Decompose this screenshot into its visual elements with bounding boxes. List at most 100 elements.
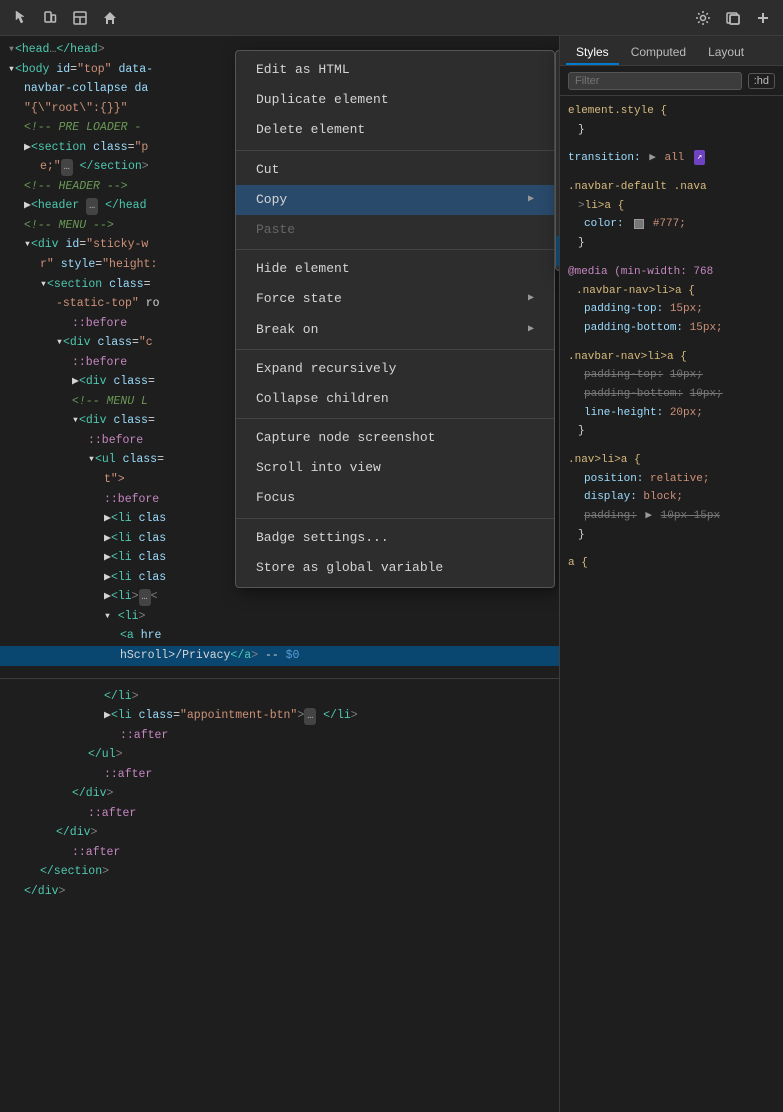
element-line[interactable]: ::after <box>0 843 559 863</box>
element-line[interactable]: ▾ <li> <box>0 607 559 627</box>
css-rule: .nav>li>a { position: relative; display:… <box>568 451 775 544</box>
css-selector[interactable]: .navbar-nav>li>a { <box>568 351 687 363</box>
styles-panel: Styles Computed Layout :hd element.style… <box>560 36 783 1112</box>
element-line[interactable]: </li> <box>0 687 559 707</box>
css-value: #777; <box>653 218 686 230</box>
css-rule: a { <box>568 554 775 573</box>
ctx-scroll-into-view[interactable]: Scroll into view <box>236 453 554 483</box>
css-rule: .navbar-default .nava >li>a { color: #77… <box>568 178 775 253</box>
add-icon[interactable] <box>749 4 777 32</box>
ctx-cut[interactable]: Cut <box>236 155 554 185</box>
inspect-icon[interactable] <box>6 4 34 32</box>
ctx-expand-recursively[interactable]: Expand recursively <box>236 354 554 384</box>
element-line-selected[interactable]: hScroll>/Privacy</a> -- $0 <box>0 646 559 666</box>
window-icon[interactable] <box>719 4 747 32</box>
device-icon[interactable] <box>36 4 64 32</box>
ctx-force-state[interactable]: Force state ▶ <box>236 284 554 314</box>
styles-filter-input[interactable] <box>568 72 742 90</box>
css-selector[interactable]: .navbar-nav>li>a { <box>576 285 695 297</box>
css-rule: element.style { } <box>568 102 775 139</box>
element-line[interactable]: <a hre <box>0 626 559 646</box>
ctx-store-global-variable[interactable]: Store as global variable <box>236 553 554 583</box>
elements-content: ▾<head…</head> ▾<body id="top" data- nav… <box>0 36 559 670</box>
css-rule: .navbar-nav>li>a { padding-top: 10px; pa… <box>568 348 775 441</box>
ctx-divider-2 <box>236 249 554 250</box>
css-property-strikethrough: padding: <box>584 510 637 522</box>
css-property: position: <box>584 473 643 485</box>
css-rule: transition: ▶ all ↗ <box>568 149 775 168</box>
sub-copy-xpath[interactable]: Copy XPath <box>556 206 559 236</box>
css-property: color: <box>584 218 624 230</box>
tab-computed[interactable]: Computed <box>621 41 696 65</box>
tab-styles[interactable]: Styles <box>566 41 619 65</box>
ctx-hide-element[interactable]: Hide element <box>236 254 554 284</box>
css-value-strikethrough: 10px 15px <box>661 510 720 522</box>
element-line[interactable]: ▶<li class="appointment-btn">… </li> <box>0 706 559 726</box>
copy-submenu-chevron: ▶ <box>528 193 534 207</box>
settings-icon[interactable] <box>689 4 717 32</box>
css-selector[interactable]: .navbar-default .nava <box>568 181 707 193</box>
arrow-icon: ▶ <box>649 149 656 168</box>
css-property: padding-top: <box>584 303 663 315</box>
context-menu: Edit as HTML Duplicate element Delete el… <box>235 50 555 588</box>
sub-copy-js-path[interactable]: Copy JS path <box>556 146 559 176</box>
css-property: padding-bottom: <box>584 322 683 334</box>
ctx-badge-settings[interactable]: Badge settings... <box>236 523 554 553</box>
ctx-divider-5 <box>236 518 554 519</box>
tab-layout[interactable]: Layout <box>698 41 754 65</box>
element-line[interactable]: ::after <box>0 765 559 785</box>
elements-panel: ▾<head…</head> ▾<body id="top" data- nav… <box>0 36 560 1112</box>
css-value: block; <box>643 491 683 503</box>
element-line[interactable]: </div> <box>0 882 559 902</box>
ctx-edit-as-html[interactable]: Edit as HTML <box>236 55 554 85</box>
styles-content: element.style { } transition: ▶ all ↗ .n… <box>560 96 783 1112</box>
css-selector[interactable]: element.style { <box>568 105 667 117</box>
ctx-focus[interactable]: Focus <box>236 483 554 513</box>
ctx-divider-3 <box>236 349 554 350</box>
css-property-strikethrough: padding-bottom: <box>584 388 683 400</box>
ctx-capture-node-screenshot[interactable]: Capture node screenshot <box>236 423 554 453</box>
css-value: relative; <box>650 473 709 485</box>
css-property-strikethrough: padding-top: <box>584 369 663 381</box>
ctx-duplicate-element[interactable]: Duplicate element <box>236 85 554 115</box>
copy-submenu: Copy element Copy outerHTML Copy selecto… <box>555 50 559 271</box>
css-value: 20px; <box>670 407 703 419</box>
ctx-collapse-children[interactable]: Collapse children <box>236 384 554 414</box>
element-line[interactable]: </section> <box>0 862 559 882</box>
panel-icon[interactable] <box>66 4 94 32</box>
ctx-delete-element[interactable]: Delete element <box>236 115 554 145</box>
devtools-shell: ▾<head…</head> ▾<body id="top" data- nav… <box>0 0 783 1112</box>
css-selector[interactable]: a { <box>568 557 588 569</box>
css-property: line-height: <box>584 407 663 419</box>
element-line[interactable]: </div> <box>0 823 559 843</box>
elements-bottom-content: </li> ▶<li class="appointment-btn">… </l… <box>0 683 559 906</box>
sub-copy-styles[interactable]: Copy styles <box>556 176 559 206</box>
element-line[interactable]: </div> <box>0 784 559 804</box>
pseudo-class-button[interactable]: :hd <box>748 73 775 89</box>
css-value-strikethrough: 10px; <box>690 388 723 400</box>
sub-copy-element[interactable]: Copy element <box>556 55 559 85</box>
css-value: 15px; <box>690 322 723 334</box>
ctx-divider <box>236 150 554 151</box>
home-icon[interactable] <box>96 4 124 32</box>
styles-toolbar: :hd <box>560 66 783 96</box>
break-on-chevron: ▶ <box>528 323 534 337</box>
element-line[interactable]: </ul> <box>0 745 559 765</box>
element-line[interactable]: ::after <box>0 804 559 824</box>
ctx-paste: Paste <box>236 215 554 245</box>
sub-copy-selector[interactable]: Copy selector <box>556 115 559 145</box>
elements-bottom: </li> ▶<li class="appointment-btn">… </l… <box>0 678 559 906</box>
badge-purple: ↗ <box>694 150 705 165</box>
styles-tabs: Styles Computed Layout <box>560 36 783 66</box>
color-swatch[interactable] <box>634 219 644 229</box>
element-line[interactable]: ▶<li>…< <box>0 587 559 607</box>
force-state-chevron: ▶ <box>528 292 534 306</box>
ctx-divider-4 <box>236 418 554 419</box>
element-line[interactable]: ::after <box>0 726 559 746</box>
sub-copy-outerhtml[interactable]: Copy outerHTML <box>556 85 559 115</box>
ctx-copy[interactable]: Copy ▶ <box>236 185 554 215</box>
sub-copy-full-xpath[interactable]: Copy full XPath <box>556 236 559 266</box>
css-selector[interactable]: .nav>li>a { <box>568 454 641 466</box>
css-property: transition: <box>568 152 641 164</box>
ctx-break-on[interactable]: Break on ▶ <box>236 315 554 345</box>
